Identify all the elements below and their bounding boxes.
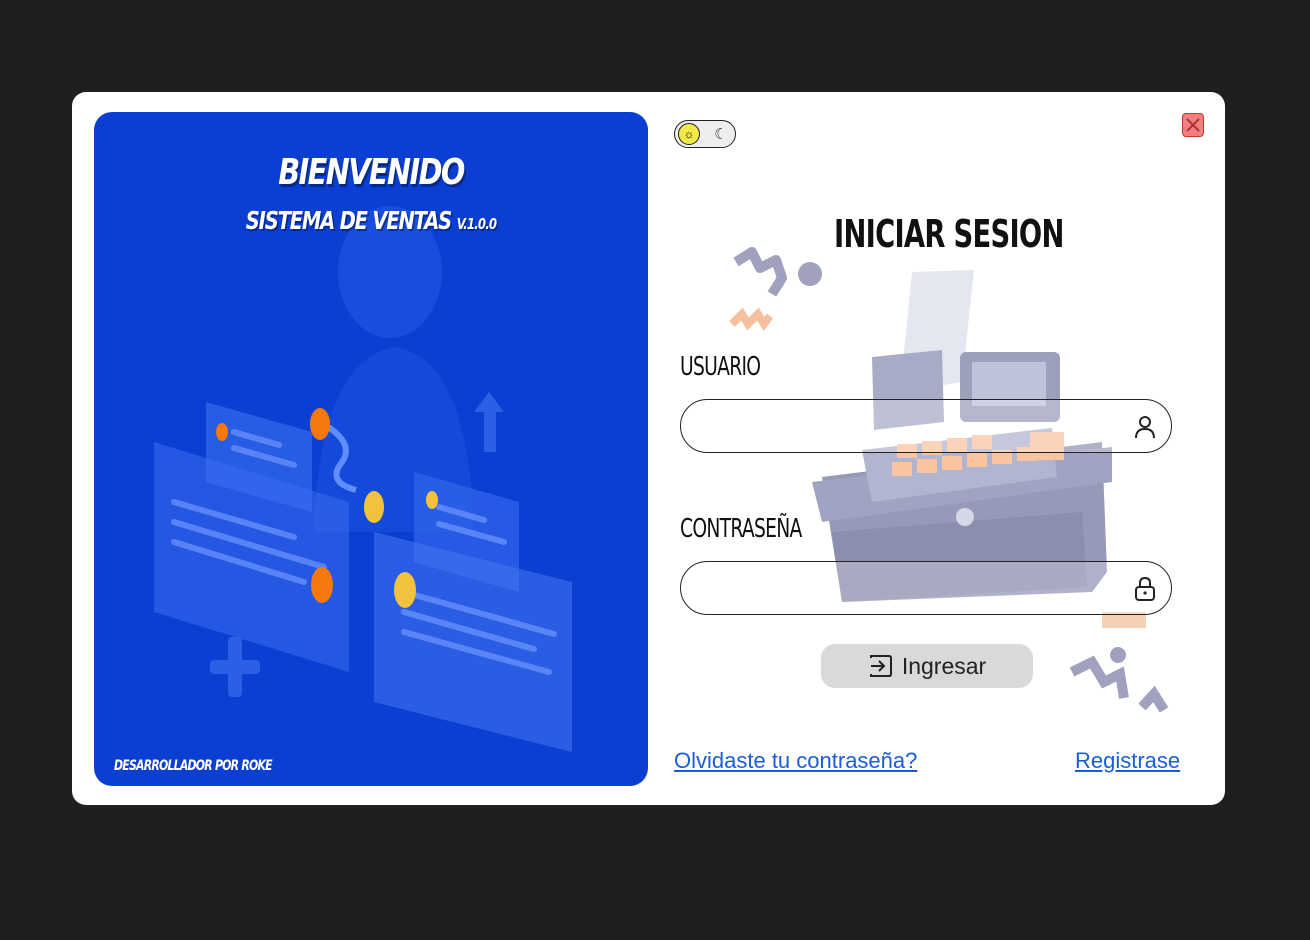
username-input[interactable] [701, 410, 1125, 444]
login-button-label: Ingresar [901, 652, 987, 679]
welcome-title: BIENVENIDO [278, 152, 465, 193]
app-name: SISTEMA DE VENTAS V.1.0.0 [155, 206, 587, 235]
app-version: V.1.0.0 [456, 215, 497, 233]
register-link[interactable]: Registrase [1075, 748, 1180, 774]
app-name-text: SISTEMA DE VENTAS [245, 206, 452, 235]
cash-register-illustration [729, 247, 1169, 712]
password-input[interactable] [701, 572, 1125, 606]
developer-credit: DESARROLLADOR POR ROKE [114, 758, 273, 774]
login-button[interactable]: Ingresar [821, 644, 1033, 688]
login-title: INICIAR SESION [834, 212, 1064, 256]
forgot-password-link[interactable]: Olvidaste tu contraseña? [674, 748, 917, 774]
theme-toggle[interactable]: ☼ ☾ [674, 120, 736, 148]
moon-icon: ☾ [714, 126, 728, 143]
welcome-panel: BIENVENIDO SISTEMA DE VENTAS V.1.0.0 DES… [94, 112, 648, 786]
password-label: CONTRASEÑA [680, 514, 802, 544]
close-button[interactable] [1182, 113, 1204, 137]
password-field [680, 561, 1172, 615]
close-icon [1186, 118, 1200, 132]
login-window: BIENVENIDO SISTEMA DE VENTAS V.1.0.0 DES… [72, 92, 1225, 805]
login-icon [869, 655, 892, 677]
user-icon [1135, 416, 1155, 439]
username-label: USUARIO [680, 352, 761, 382]
lock-icon [1135, 576, 1155, 601]
username-field [680, 399, 1172, 453]
sun-icon: ☼ [678, 123, 700, 145]
